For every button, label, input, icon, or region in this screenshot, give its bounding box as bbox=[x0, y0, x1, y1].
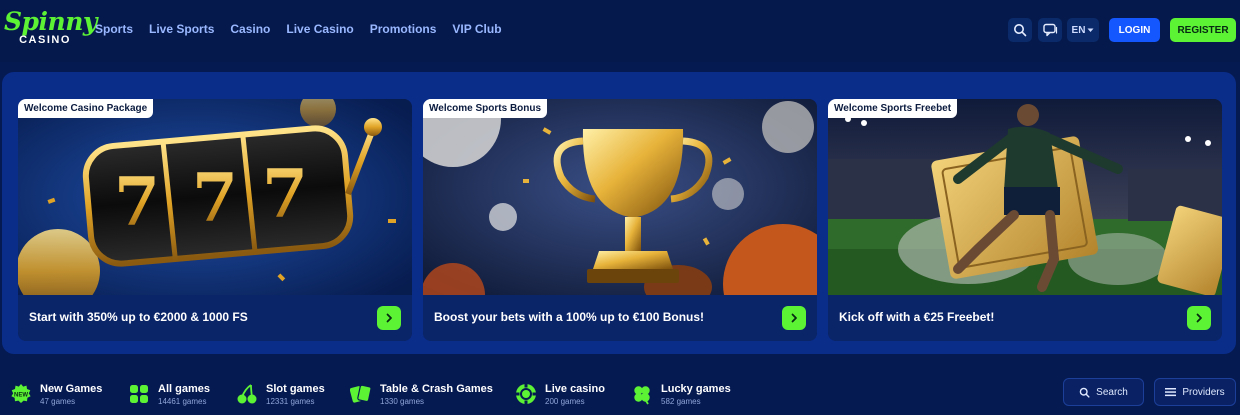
cherries-icon bbox=[236, 383, 258, 405]
category-count: 47 games bbox=[40, 396, 76, 406]
providers-label: Providers bbox=[1182, 386, 1225, 398]
chat-icon bbox=[1042, 23, 1057, 37]
category-title: Table & Crash Games bbox=[380, 382, 493, 395]
svg-text:7: 7 bbox=[262, 155, 308, 233]
category-title: All games bbox=[158, 382, 210, 395]
search-icon bbox=[1079, 387, 1090, 398]
category-title: Lucky games bbox=[661, 382, 731, 395]
nav-sports[interactable]: Sports bbox=[95, 22, 133, 36]
category-live-casino[interactable]: Live casino 200 games bbox=[515, 378, 605, 410]
category-table-crash[interactable]: Table & Crash Games 1330 games bbox=[350, 378, 493, 410]
svg-text:NEW: NEW bbox=[14, 393, 28, 399]
promo-footer: Kick off with a €25 Freebet! bbox=[828, 295, 1222, 341]
category-title: Live casino bbox=[545, 382, 605, 395]
category-count: 14461 games bbox=[158, 396, 207, 406]
promo-text: Kick off with a €25 Freebet! bbox=[839, 310, 995, 324]
games-search-button[interactable]: Search bbox=[1063, 378, 1144, 406]
chevron-right-icon bbox=[386, 313, 392, 323]
cards-icon bbox=[350, 383, 372, 405]
header-chat-button[interactable] bbox=[1038, 18, 1062, 42]
grid-icon bbox=[128, 383, 150, 405]
register-button[interactable]: REGISTER bbox=[1170, 18, 1236, 42]
nav-live-sports[interactable]: Live Sports bbox=[149, 22, 214, 36]
category-count: 200 games bbox=[545, 396, 585, 406]
promo-arrow-button[interactable] bbox=[782, 306, 806, 330]
svg-text:7: 7 bbox=[192, 159, 238, 237]
search-label: Search bbox=[1096, 386, 1128, 398]
promo-text: Start with 350% up to €2000 & 1000 FS bbox=[29, 310, 248, 324]
nav-vip-club[interactable]: VIP Club bbox=[452, 22, 501, 36]
category-all-games[interactable]: All games 14461 games bbox=[128, 378, 210, 410]
list-icon bbox=[1165, 388, 1177, 397]
category-count: 12331 games bbox=[266, 396, 315, 406]
category-lucky-games[interactable]: Lucky games 582 games bbox=[631, 378, 731, 410]
site-logo[interactable]: Spinny CASINO bbox=[4, 7, 97, 54]
promo-card-freebet[interactable]: Welcome Sports Freebet Kick off with a €… bbox=[828, 99, 1222, 341]
search-icon bbox=[1014, 24, 1027, 37]
category-slot-games[interactable]: Slot games 12331 games bbox=[236, 378, 325, 410]
nav-live-casino[interactable]: Live Casino bbox=[286, 22, 353, 36]
promo-tag: Welcome Sports Freebet bbox=[828, 99, 958, 118]
trophy-image bbox=[423, 99, 817, 295]
clover-icon bbox=[631, 383, 653, 405]
category-count: 1330 games bbox=[380, 396, 425, 406]
promo-arrow-button[interactable] bbox=[377, 306, 401, 330]
promo-card-casino[interactable]: 777 Welcome Casino Package Start with 35… bbox=[18, 99, 412, 341]
providers-button[interactable]: Providers bbox=[1154, 378, 1236, 406]
category-new-games[interactable]: NEW New Games 47 games bbox=[10, 378, 102, 410]
chip-icon bbox=[515, 383, 537, 405]
header-search-button[interactable] bbox=[1008, 18, 1032, 42]
promo-card-sports[interactable]: Welcome Sports Bonus Boost your bets wit… bbox=[423, 99, 817, 341]
nav-casino[interactable]: Casino bbox=[230, 22, 270, 36]
chevron-right-icon bbox=[1196, 313, 1202, 323]
football-player-image bbox=[828, 99, 1222, 295]
chevron-down-icon bbox=[1087, 28, 1094, 32]
category-count: 582 games bbox=[661, 396, 701, 406]
promo-footer: Boost your bets with a 100% up to €100 B… bbox=[423, 295, 817, 341]
language-selector[interactable]: EN bbox=[1067, 18, 1099, 42]
svg-text:7: 7 bbox=[114, 163, 160, 241]
category-title: Slot games bbox=[266, 382, 325, 395]
promo-text: Boost your bets with a 100% up to €100 B… bbox=[434, 310, 705, 324]
login-button[interactable]: LOGIN bbox=[1109, 18, 1160, 42]
promo-carousel: 777 Welcome Casino Package Start with 35… bbox=[2, 72, 1236, 354]
promo-tag: Welcome Sports Bonus bbox=[423, 99, 548, 118]
chevron-right-icon bbox=[791, 313, 797, 323]
promo-footer: Start with 350% up to €2000 & 1000 FS bbox=[18, 295, 412, 341]
logo-wordmark: Spinny bbox=[4, 7, 97, 36]
top-header: Spinny CASINO Sports Live Sports Casino … bbox=[0, 0, 1240, 62]
promo-tag: Welcome Casino Package bbox=[18, 99, 154, 118]
nav-promotions[interactable]: Promotions bbox=[370, 22, 437, 36]
game-categories: NEW New Games 47 games All games 14461 g… bbox=[0, 374, 1240, 415]
promo-arrow-button[interactable] bbox=[1187, 306, 1211, 330]
new-badge-icon: NEW bbox=[10, 383, 32, 405]
language-label: EN bbox=[1071, 24, 1086, 36]
main-nav: Sports Live Sports Casino Live Casino Pr… bbox=[95, 22, 502, 36]
slot-machine-image: 777 bbox=[18, 99, 412, 295]
category-title: New Games bbox=[40, 382, 103, 395]
